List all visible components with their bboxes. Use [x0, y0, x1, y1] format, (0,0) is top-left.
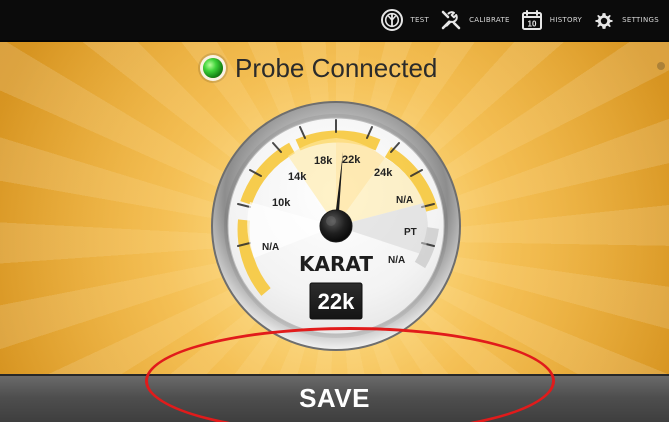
- gauge-label: 14k: [288, 171, 307, 183]
- karat-gauge-svg: N/A 10k 14k 18k 22k 24k N/A PT N/A KARAT…: [211, 101, 461, 351]
- top-toolbar: TEST CALIBRATE 10 HISTORY SETTINGS: [0, 0, 669, 42]
- gauge-label: 18k: [314, 155, 333, 167]
- toolbar-item-label: SETTINGS: [622, 16, 659, 24]
- gear-icon: [595, 13, 613, 29]
- probe-status-text: Probe Connected: [235, 52, 438, 83]
- right-edge-indicator: [657, 62, 665, 70]
- save-button[interactable]: SAVE: [0, 374, 669, 422]
- gauge-label: PT: [404, 227, 417, 238]
- probe-status: Probe Connected: [203, 52, 438, 83]
- toolbar-item-test[interactable]: TEST: [380, 8, 429, 32]
- calendar-icon: 10: [521, 10, 542, 30]
- probe-icon: [381, 9, 404, 31]
- toolbar-item-label: HISTORY: [549, 16, 583, 24]
- gauge-label: N/A: [388, 255, 405, 266]
- calendar-day: 10: [527, 20, 536, 29]
- karat-gauge: N/A 10k 14k 18k 22k 24k N/A PT N/A KARAT…: [210, 100, 462, 352]
- toolbar-item-label: CALIBRATE: [469, 16, 510, 24]
- gauge-label: 24k: [374, 167, 393, 179]
- gauge-title: KARAT: [299, 252, 373, 276]
- status-dot-icon: [203, 58, 223, 78]
- gauge-label: 10k: [272, 197, 291, 209]
- toolbar-item-calibrate[interactable]: CALIBRATE: [439, 8, 510, 32]
- gauge-label: N/A: [262, 242, 279, 253]
- gauge-value: 22k: [318, 289, 355, 314]
- tools-icon: [441, 10, 461, 30]
- toolbar-item-history[interactable]: 10 HISTORY: [520, 8, 582, 32]
- toolbar-item-label: TEST: [410, 16, 430, 24]
- app-screen: TEST CALIBRATE 10 HISTORY SETTINGS Probe…: [0, 0, 669, 422]
- gauge-label: N/A: [396, 195, 413, 206]
- gauge-label: 22k: [342, 154, 361, 166]
- toolbar-actions: TEST CALIBRATE 10 HISTORY SETTINGS: [380, 7, 659, 33]
- toolbar-item-settings[interactable]: SETTINGS: [592, 8, 659, 32]
